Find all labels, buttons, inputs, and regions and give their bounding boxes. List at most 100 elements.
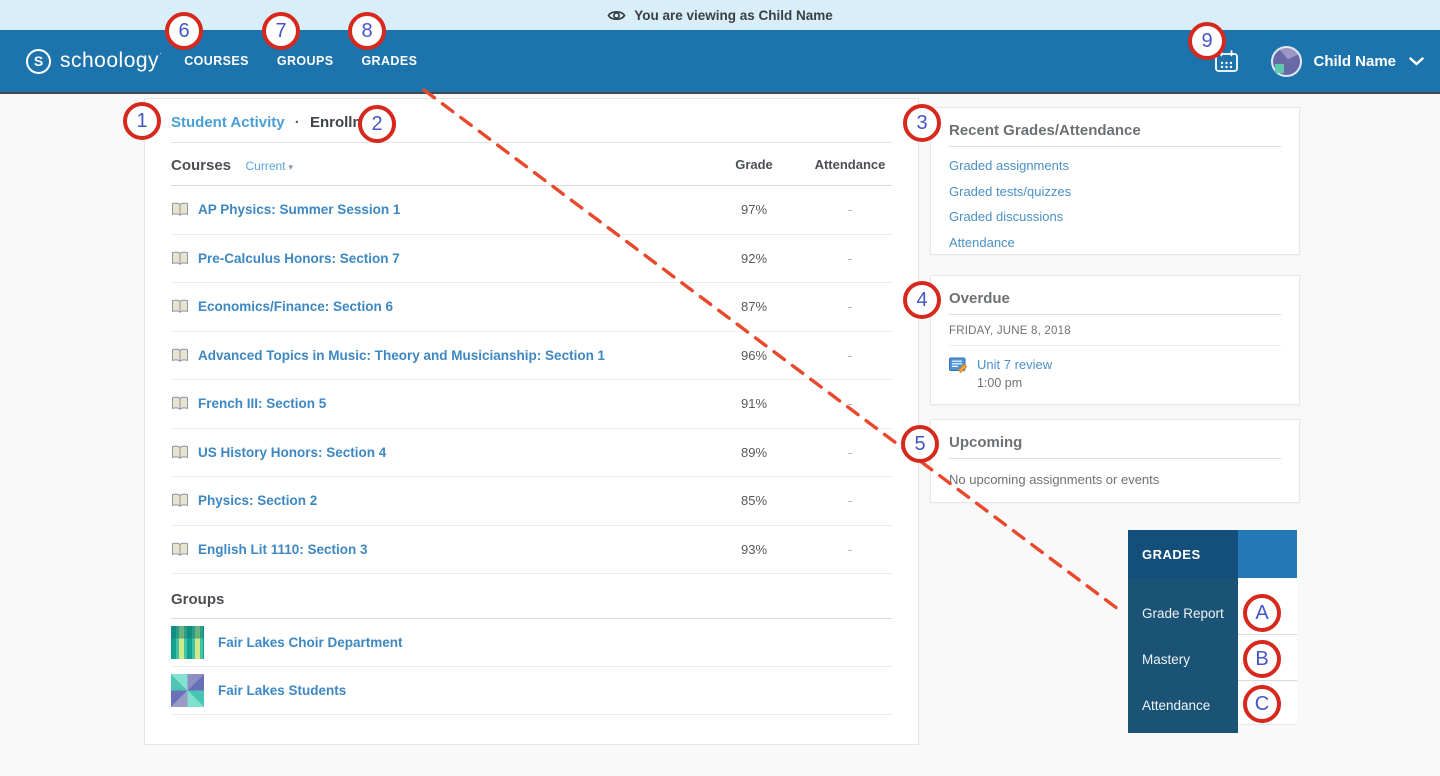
course-book-icon	[171, 202, 189, 217]
viewing-as-banner: You are viewing as Child Name	[0, 0, 1440, 30]
course-book-icon	[171, 542, 189, 557]
link-graded-assignments[interactable]: Graded assignments	[949, 158, 1281, 173]
viewing-as-text: You are viewing as Child Name	[634, 8, 833, 23]
annotation-circle-1: 1	[123, 102, 161, 140]
schoology-parent-view: You are viewing as Child Name S schoolog…	[0, 0, 1440, 776]
menu-item-attendance[interactable]: Attendance	[1142, 682, 1238, 728]
course-grade: 96%	[729, 348, 779, 363]
grades-menu-selected[interactable]: GRADES	[1128, 530, 1238, 578]
chevron-down-icon[interactable]	[1409, 57, 1424, 66]
upcoming-title: Upcoming	[949, 434, 1281, 459]
course-book-icon	[171, 493, 189, 508]
course-attendance: -	[810, 396, 890, 411]
course-grade: 85%	[729, 493, 779, 508]
menu-item-mastery[interactable]: Mastery	[1142, 636, 1238, 682]
table-row: French III: Section 5 91% -	[171, 380, 892, 429]
column-header-grade: Grade	[729, 157, 779, 172]
link-graded-discussions[interactable]: Graded discussions	[949, 209, 1281, 224]
group-link[interactable]: Fair Lakes Choir Department	[218, 635, 403, 650]
grades-dropdown: Grade Report Mastery Attendance	[1128, 578, 1238, 733]
overdue-item-text: Unit 7 review 1:00 pm	[977, 357, 1052, 390]
course-attendance: -	[810, 348, 890, 363]
annotation-circle-6: 6	[165, 12, 203, 50]
nav-groups[interactable]: GROUPS	[277, 54, 334, 68]
groups-title: Groups	[171, 591, 224, 608]
recent-grades-links: Graded assignments Graded tests/quizzes …	[949, 158, 1281, 250]
table-row: Physics: Section 2 85% -	[171, 477, 892, 526]
nav-courses[interactable]: COURSES	[184, 54, 249, 68]
group-link[interactable]: Fair Lakes Students	[218, 683, 346, 698]
group-avatar	[171, 626, 204, 659]
table-row: AP Physics: Summer Session 1 97% -	[171, 186, 892, 235]
overdue-item-link[interactable]: Unit 7 review	[977, 357, 1052, 372]
overdue-item-time: 1:00 pm	[977, 376, 1052, 390]
recent-grades-title: Recent Grades/Attendance	[949, 122, 1281, 147]
schoology-logo[interactable]: S schoology·	[26, 49, 162, 74]
course-link[interactable]: US History Honors: Section 4	[198, 445, 386, 460]
course-grade: 93%	[729, 542, 779, 557]
schoology-wordmark: schoology·	[60, 49, 162, 73]
annotation-circle-c: C	[1243, 685, 1281, 723]
course-book-icon	[171, 396, 189, 411]
caret-down-icon: ▾	[289, 162, 294, 172]
course-grade: 91%	[729, 396, 779, 411]
upcoming-card: Upcoming No upcoming assignments or even…	[930, 419, 1300, 503]
link-graded-tests-quizzes[interactable]: Graded tests/quizzes	[949, 184, 1281, 199]
course-grade: 92%	[729, 251, 779, 266]
eye-icon	[607, 9, 626, 22]
course-link[interactable]: English Lit 1110: Section 3	[198, 542, 368, 557]
course-link[interactable]: Advanced Topics in Music: Theory and Mus…	[198, 348, 605, 363]
course-book-icon	[171, 445, 189, 460]
enrollments-card: Student Activity · Enrollments Courses C…	[144, 98, 919, 745]
annotation-circle-9: 9	[1188, 22, 1226, 60]
course-link[interactable]: Physics: Section 2	[198, 493, 317, 508]
table-row: US History Honors: Section 4 89% -	[171, 429, 892, 478]
course-link[interactable]: AP Physics: Summer Session 1	[198, 202, 400, 217]
grades-menu-highlight	[1238, 530, 1297, 578]
overdue-card: Overdue FRIDAY, JUNE 8, 2018 Unit 7 revi…	[930, 275, 1300, 405]
primary-nav: COURSES GROUPS GRADES	[184, 54, 417, 68]
trademark-dot: ·	[159, 49, 162, 58]
courses-filter-dropdown[interactable]: Current▾	[245, 159, 293, 173]
course-attendance: -	[810, 445, 890, 460]
course-attendance: -	[810, 493, 890, 508]
recent-grades-card: Recent Grades/Attendance Graded assignme…	[930, 107, 1300, 255]
course-link[interactable]: Pre-Calculus Honors: Section 7	[198, 251, 400, 266]
table-row: Advanced Topics in Music: Theory and Mus…	[171, 332, 892, 381]
groups-header: Groups	[171, 574, 892, 619]
annotation-circle-8: 8	[348, 12, 386, 50]
table-row: Economics/Finance: Section 6 87% -	[171, 283, 892, 332]
navbar-right: Child Name	[1214, 46, 1440, 77]
courses-title: Courses	[171, 157, 231, 174]
tab-student-activity[interactable]: Student Activity	[171, 114, 285, 131]
breadcrumb: Student Activity · Enrollments	[171, 99, 892, 143]
upcoming-empty-text: No upcoming assignments or events	[949, 472, 1281, 487]
course-book-icon	[171, 251, 189, 266]
course-grade: 87%	[729, 299, 779, 314]
child-avatar[interactable]	[1271, 46, 1302, 77]
schoology-s-icon: S	[26, 49, 51, 74]
course-grade: 97%	[729, 202, 779, 217]
overdue-item: Unit 7 review 1:00 pm	[949, 357, 1281, 390]
course-grade: 89%	[729, 445, 779, 460]
annotation-circle-a: A	[1243, 594, 1281, 632]
course-attendance: -	[810, 251, 890, 266]
overdue-title: Overdue	[949, 290, 1281, 315]
course-link[interactable]: Economics/Finance: Section 6	[198, 299, 393, 314]
course-book-icon	[171, 348, 189, 363]
courses-header: Courses Current▾ Grade Attendance	[171, 143, 892, 186]
menu-item-grade-report[interactable]: Grade Report	[1142, 590, 1238, 636]
list-item: Fair Lakes Students	[171, 667, 892, 715]
annotation-circle-b: B	[1243, 640, 1281, 678]
column-header-attendance: Attendance	[810, 157, 890, 172]
child-name-label[interactable]: Child Name	[1313, 53, 1396, 70]
course-book-icon	[171, 299, 189, 314]
link-attendance[interactable]: Attendance	[949, 235, 1281, 250]
course-link[interactable]: French III: Section 5	[198, 396, 326, 411]
course-attendance: -	[810, 299, 890, 314]
nav-grades[interactable]: GRADES	[361, 54, 417, 68]
list-item: Fair Lakes Choir Department	[171, 619, 892, 667]
course-attendance: -	[810, 542, 890, 557]
annotation-circle-2: 2	[358, 105, 396, 143]
course-attendance: -	[810, 202, 890, 217]
